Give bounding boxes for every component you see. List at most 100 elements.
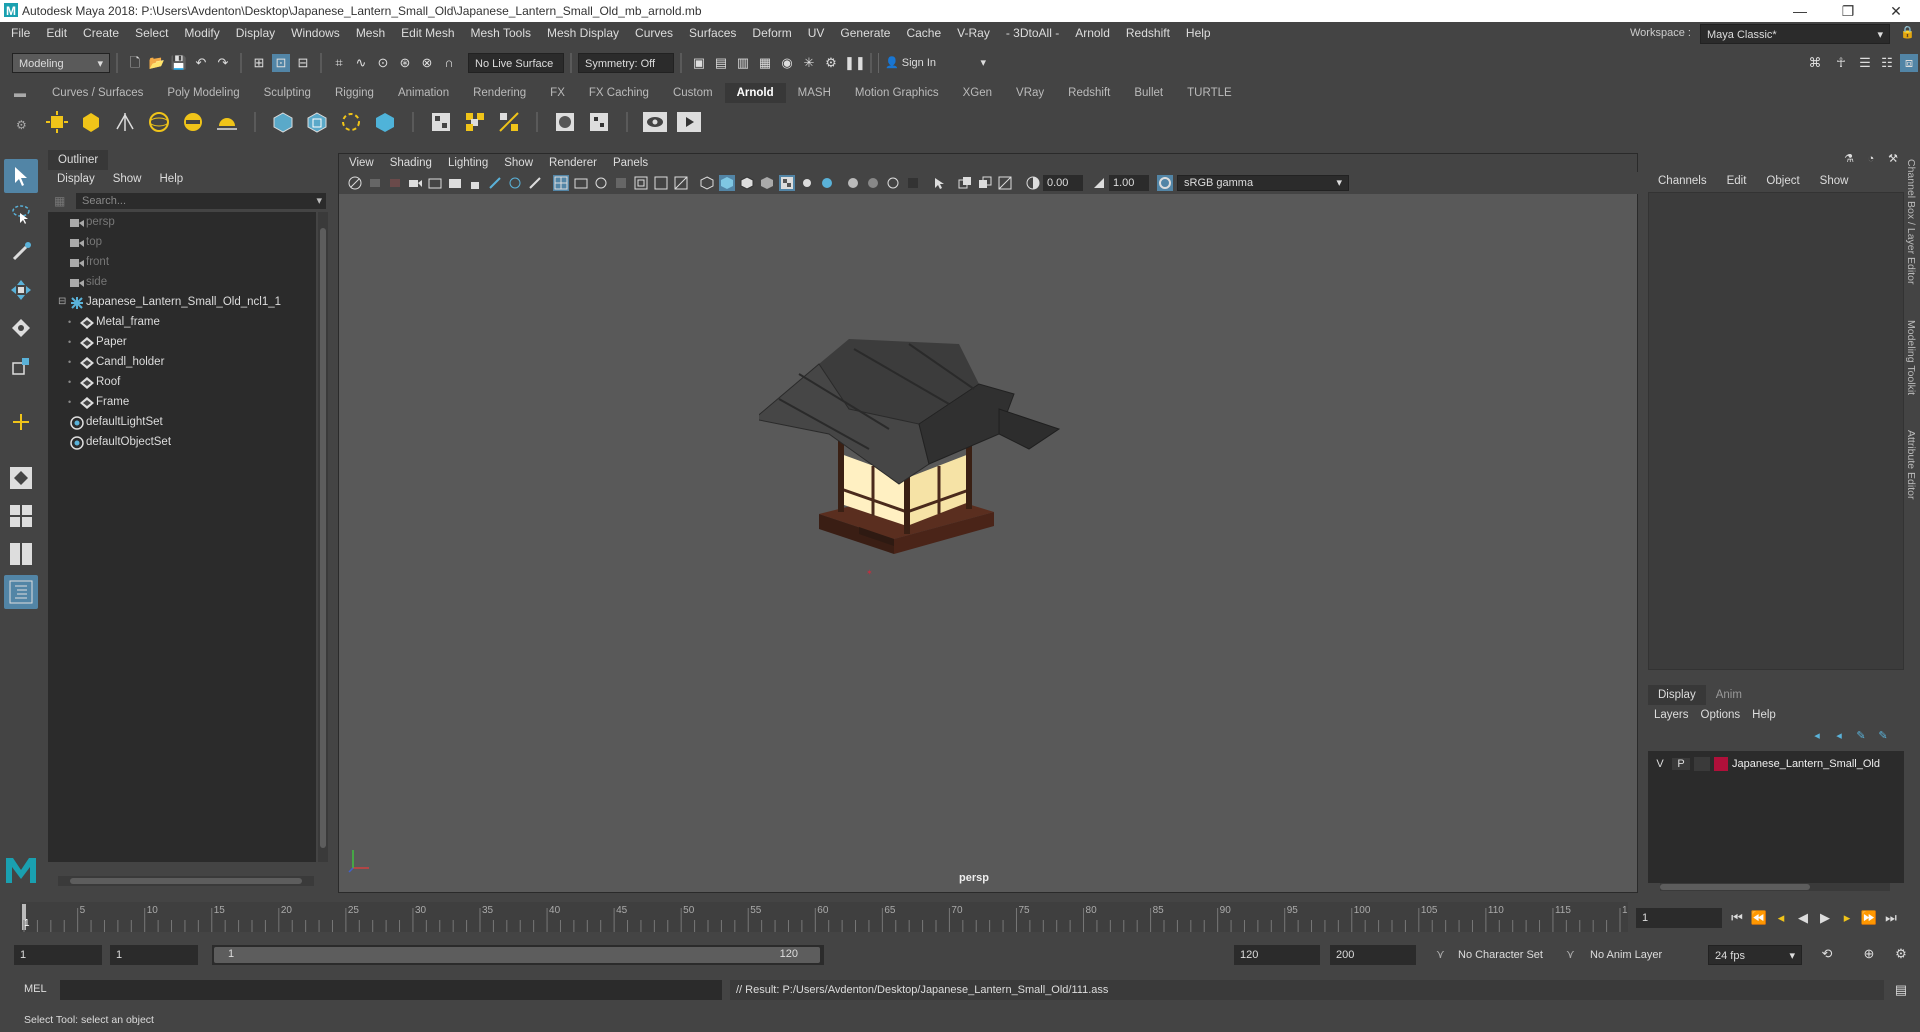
depth-of-field-icon[interactable]: [885, 175, 901, 191]
area-light-icon[interactable]: [43, 108, 71, 136]
camera-attributes-icon[interactable]: [367, 175, 383, 191]
outliner-h-scrollbar[interactable]: [58, 876, 314, 886]
snap-camera-icon[interactable]: [507, 175, 523, 191]
outliner-item-top[interactable]: top: [48, 232, 316, 252]
shelf-tab-sculpting[interactable]: Sculpting: [252, 83, 323, 103]
wireframe-on-shaded-icon[interactable]: [739, 175, 755, 191]
viewport-menu-panels[interactable]: Panels: [605, 154, 656, 172]
side-tab-modeling-toolkit[interactable]: Modeling Toolkit: [1905, 320, 1917, 395]
menu-3dtoall[interactable]: - 3DtoAll -: [998, 22, 1067, 44]
menu-surfaces[interactable]: Surfaces: [681, 22, 744, 44]
menu-modify[interactable]: Modify: [176, 22, 227, 44]
anim-end-field[interactable]: 200: [1330, 945, 1416, 965]
uv-checker-icon[interactable]: [495, 108, 523, 136]
new-layer-selected-icon[interactable]: ✎: [1874, 727, 1892, 745]
render-region-icon[interactable]: [585, 108, 613, 136]
xray-icon[interactable]: [905, 175, 921, 191]
workspace-dropdown[interactable]: Maya Classic* ▾: [1700, 24, 1890, 44]
outliner-menu-display[interactable]: Display: [48, 170, 104, 188]
volume-icon[interactable]: [371, 108, 399, 136]
start-time-field[interactable]: 1: [14, 945, 102, 965]
menu-cache[interactable]: Cache: [898, 22, 949, 44]
scrollbar-thumb[interactable]: [1660, 884, 1810, 890]
shelf-settings-icon[interactable]: ⚙: [16, 118, 27, 132]
menu-select[interactable]: Select: [127, 22, 176, 44]
single-view-icon[interactable]: [4, 461, 38, 495]
render-view-eye-icon[interactable]: [641, 108, 669, 136]
shelf-tab-rigging[interactable]: Rigging: [323, 83, 386, 103]
use-all-lights-icon[interactable]: [779, 175, 795, 191]
snap-view-icon[interactable]: ⊛: [396, 54, 414, 72]
outliner-layout-icon[interactable]: [4, 575, 38, 609]
textured-icon[interactable]: [759, 175, 775, 191]
menu-mesh[interactable]: Mesh: [348, 22, 393, 44]
script-editor-icon[interactable]: ▤: [1892, 981, 1910, 999]
lantern-model[interactable]: [759, 314, 1099, 594]
anim-start-field[interactable]: 1: [110, 945, 198, 965]
camera-icon[interactable]: [407, 175, 423, 191]
lock-camera-icon[interactable]: [467, 175, 483, 191]
exposure-icon[interactable]: [1025, 175, 1041, 191]
outliner-item-persp[interactable]: persp: [48, 212, 316, 232]
select-hierarchy-icon[interactable]: ⊞: [250, 54, 268, 72]
skydome-light-icon[interactable]: [145, 108, 173, 136]
layer-row[interactable]: V P Japanese_Lantern_Small_Old: [1652, 755, 1900, 773]
go-to-end-icon[interactable]: ⏭: [1882, 909, 1900, 927]
outliner-item-frame[interactable]: Frame •: [48, 392, 316, 412]
menu-redshift[interactable]: Redshift: [1118, 22, 1178, 44]
layer-color-swatch[interactable]: [1714, 757, 1728, 771]
filter-icon[interactable]: ▦: [54, 194, 65, 208]
step-forward-frame-icon[interactable]: ▸: [1838, 909, 1856, 927]
render-sequence-icon[interactable]: ▤: [712, 54, 730, 72]
redo-icon[interactable]: ↷: [214, 54, 232, 72]
sign-in-dropdown[interactable]: 👤 Sign In ▾: [878, 53, 992, 73]
object-menu[interactable]: Object: [1756, 170, 1809, 192]
viewport-menu-show[interactable]: Show: [496, 154, 541, 172]
outliner-item-candl-holder[interactable]: Candl_holder •: [48, 352, 316, 372]
checker-shader-icon[interactable]: [461, 108, 489, 136]
scrollbar-thumb[interactable]: [70, 878, 302, 884]
go-to-start-icon[interactable]: ⏮: [1728, 909, 1746, 927]
maximize-button[interactable]: ❐: [1828, 1, 1868, 21]
safe-action-icon[interactable]: [613, 175, 629, 191]
shelf-tab-fx-caching[interactable]: FX Caching: [577, 83, 661, 103]
shelf-tab-fx[interactable]: FX: [538, 83, 577, 103]
range-slider[interactable]: 1 120: [212, 945, 824, 965]
new-scene-icon[interactable]: 🗋: [126, 54, 144, 72]
viewport-menu-shading[interactable]: Shading: [382, 154, 440, 172]
search-input[interactable]: Search... ▾: [76, 193, 326, 209]
command-language-toggle[interactable]: MEL: [24, 983, 47, 995]
render-view-icon[interactable]: ⚙: [822, 54, 840, 72]
save-scene-icon[interactable]: 💾: [170, 54, 188, 72]
menu-help[interactable]: Help: [1178, 22, 1219, 44]
anim-layer-dropdown[interactable]: No Anim Layer: [1584, 945, 1684, 965]
outliner-item-metal-frame[interactable]: Metal_frame •: [48, 312, 316, 332]
shelf-tab-animation[interactable]: Animation: [386, 83, 461, 103]
smooth-shade-icon[interactable]: [653, 175, 669, 191]
paint-select-tool-icon[interactable]: [4, 235, 38, 269]
scrollbar-thumb[interactable]: [320, 228, 326, 848]
viewport-menu-renderer[interactable]: Renderer: [541, 154, 605, 172]
character-set-dropdown[interactable]: No Character Set: [1452, 945, 1572, 965]
backface-cull-icon[interactable]: [997, 175, 1013, 191]
move-layer-up-icon[interactable]: ◂: [1808, 727, 1826, 745]
shelf-tab-poly-modeling[interactable]: Poly Modeling: [155, 83, 251, 103]
shelf-tab-rendering[interactable]: Rendering: [461, 83, 538, 103]
isolate-select-icon[interactable]: [931, 175, 947, 191]
snap-surface-icon[interactable]: ⊗: [418, 54, 436, 72]
menu-windows[interactable]: Windows: [283, 22, 348, 44]
outliner-menu-show[interactable]: Show: [104, 170, 151, 188]
isolate-icon[interactable]: [527, 175, 543, 191]
smooth-shading-icon[interactable]: [719, 175, 735, 191]
snap-grid-icon[interactable]: ⌗: [330, 54, 348, 72]
attribute-icon[interactable]: ◔: [1862, 150, 1880, 168]
channel-box-area[interactable]: [1648, 192, 1904, 670]
xray-joints-icon[interactable]: [957, 175, 973, 191]
grease-pencil-icon[interactable]: [487, 175, 503, 191]
play-backwards-icon[interactable]: ◀: [1794, 909, 1812, 927]
outliner-menu-help[interactable]: Help: [151, 170, 193, 188]
character-controls-icon[interactable]: ☥: [1832, 54, 1850, 72]
shadows-icon[interactable]: [799, 175, 815, 191]
curve-collector-icon[interactable]: [337, 108, 365, 136]
menu-create[interactable]: Create: [75, 22, 127, 44]
